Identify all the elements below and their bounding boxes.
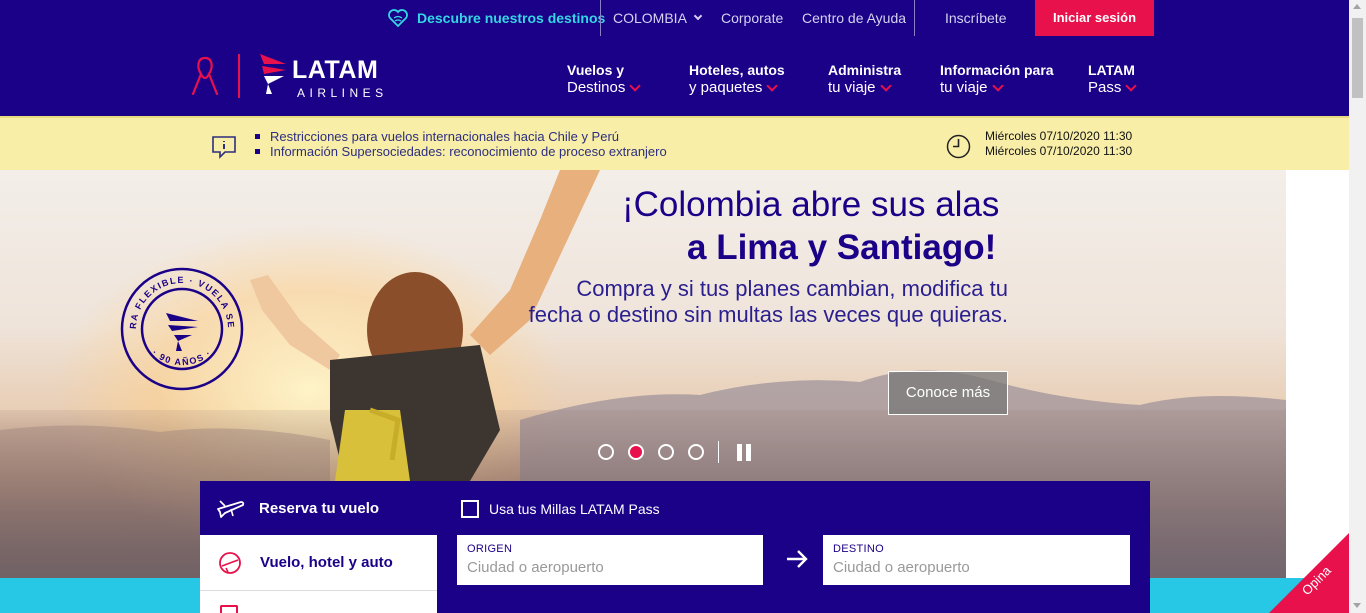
nav-label-line1: Administra	[828, 62, 902, 78]
brand-name[interactable]: LATAM	[292, 56, 378, 85]
clock-icon	[946, 134, 971, 159]
login-button[interactable]: Iniciar sesión	[1035, 0, 1154, 36]
alert-item[interactable]: Restricciones para vuelos internacionale…	[253, 129, 667, 144]
scroll-up-icon[interactable]	[1353, 4, 1361, 9]
destination-label: DESTINO	[833, 543, 884, 555]
awareness-ribbon-icon	[191, 56, 219, 96]
alert-item[interactable]: Información Supersociedades: reconocimie…	[253, 144, 667, 159]
flexible-purchase-seal: COMPRA FLEXIBLE · VUELA SEGURO · 90 AÑOS…	[120, 265, 244, 391]
help-center-link[interactable]: Centro de Ayuda	[802, 0, 906, 36]
divider	[914, 0, 915, 36]
tab-flight-hotel-car-label: Vuelo, hotel y auto	[260, 554, 393, 571]
origin-field[interactable]: ORIGEN Ciudad o aeropuerto	[457, 535, 763, 585]
carousel-divider	[718, 441, 719, 463]
discover-label: Descubre nuestros destinos	[417, 10, 606, 26]
nav-label-line2: Destinos	[567, 79, 626, 96]
heart-globe-icon	[388, 9, 408, 27]
nav-flights-destinations[interactable]: Vuelos y Destinos	[567, 61, 642, 97]
nav-trip-information[interactable]: Información para tu viaje	[940, 61, 1054, 97]
svg-text:· 90 AÑOS ·: · 90 AÑOS ·	[150, 347, 213, 367]
package-icon	[219, 551, 241, 574]
booking-widget: Reserva tu vuelo Vuelo, hotel y auto Usa…	[200, 481, 1150, 613]
register-link[interactable]: Inscríbete	[945, 0, 1006, 36]
alert-date: Miércoles 07/10/2020 11:30	[985, 129, 1133, 143]
carousel-dot-1[interactable]	[598, 444, 614, 460]
chevron-down-icon	[991, 79, 1004, 92]
top-utility-bar: Descubre nuestros destinos COLOMBIA Corp…	[0, 0, 1366, 36]
nav-label-line1: LATAM	[1088, 62, 1135, 78]
nav-label-line1: Vuelos y	[567, 62, 625, 78]
nav-label-line1: Hoteles, autos	[689, 62, 785, 78]
use-miles-label: Usa tus Millas LATAM Pass	[489, 501, 660, 517]
scroll-down-icon[interactable]	[1353, 603, 1361, 608]
nav-hotels-cars-packages[interactable]: Hoteles, autos y paquetes	[689, 61, 785, 97]
country-selector[interactable]: COLOMBIA	[613, 0, 703, 36]
destination-field[interactable]: DESTINO Ciudad o aeropuerto	[823, 535, 1130, 585]
hero-subtitle-line1: Compra y si tus planes cambian, modifica…	[576, 276, 1008, 301]
feedback-tab[interactable]: Opina	[1269, 533, 1349, 613]
learn-more-button[interactable]: Conoce más	[888, 371, 1008, 415]
logo-divider	[238, 54, 240, 98]
country-label: COLOMBIA	[613, 10, 687, 26]
nav-label-line1: Información para	[940, 62, 1054, 78]
alert-list: Restricciones para vuelos internacionale…	[253, 129, 667, 159]
arrow-right-icon	[787, 550, 808, 568]
latam-logo-icon[interactable]	[258, 52, 288, 96]
chevron-down-icon	[766, 79, 779, 92]
main-navigation: LATAM AIRLINES Vuelos y Destinos Hoteles…	[0, 36, 1366, 116]
carousel-indicators	[598, 441, 751, 463]
chevron-down-icon	[1125, 79, 1138, 92]
brand-subname: AIRLINES	[297, 86, 388, 100]
carousel-dot-2[interactable]	[628, 444, 644, 460]
seal-text-bottom: · 90 AÑOS ·	[150, 347, 212, 367]
scrollbar-thumb[interactable]	[1352, 18, 1363, 98]
hero-title-line2: a Lima y Santiago!	[687, 228, 997, 267]
nav-manage-trip[interactable]: Administra tu viaje	[828, 61, 901, 97]
info-icon	[212, 136, 236, 159]
nav-label-line2: tu viaje	[940, 79, 988, 96]
nav-label-line2: tu viaje	[828, 79, 876, 96]
alert-date: Miércoles 07/10/2020 11:30	[985, 144, 1133, 158]
tab-next[interactable]	[200, 591, 437, 613]
use-miles-option[interactable]: Usa tus Millas LATAM Pass	[461, 500, 660, 518]
feedback-corner	[1269, 533, 1349, 613]
chevron-down-icon	[629, 79, 642, 92]
carousel-dot-4[interactable]	[688, 444, 704, 460]
nav-latam-pass[interactable]: LATAM Pass	[1088, 61, 1138, 97]
tab-flight-hotel-car[interactable]: Vuelo, hotel y auto	[200, 535, 437, 591]
page-scrollbar[interactable]	[1349, 0, 1366, 613]
use-miles-checkbox[interactable]	[461, 500, 479, 518]
hero-title-line1: ¡Colombia abre sus alas	[622, 185, 1000, 224]
chevron-down-icon	[879, 79, 892, 92]
nav-label-line2: Pass	[1088, 79, 1122, 96]
origin-input[interactable]: Ciudad o aeropuerto	[467, 559, 753, 576]
bag-icon	[220, 605, 238, 613]
origin-label: ORIGEN	[467, 543, 513, 555]
destination-input[interactable]: Ciudad o aeropuerto	[833, 559, 1120, 576]
carousel-dot-3[interactable]	[658, 444, 674, 460]
airplane-icon	[217, 500, 245, 518]
divider	[600, 0, 601, 36]
corporate-link[interactable]: Corporate	[721, 0, 783, 36]
pause-icon[interactable]	[737, 443, 751, 461]
hero-subtitle: Compra y si tus planes cambian, modifica…	[440, 276, 1008, 328]
nav-label-line2: y paquetes	[689, 79, 763, 96]
alert-bar: Restricciones para vuelos internacionale…	[0, 116, 1366, 170]
hero-subtitle-line2: fecha o destino sin multas las veces que…	[528, 302, 1008, 327]
alert-dates: Miércoles 07/10/2020 11:30 Miércoles 07/…	[985, 129, 1132, 159]
tab-book-flight[interactable]: Reserva tu vuelo	[200, 481, 437, 535]
chevron-down-icon	[693, 11, 703, 20]
discover-destinations-link[interactable]: Descubre nuestros destinos	[388, 0, 605, 36]
tab-book-flight-label: Reserva tu vuelo	[259, 499, 380, 517]
